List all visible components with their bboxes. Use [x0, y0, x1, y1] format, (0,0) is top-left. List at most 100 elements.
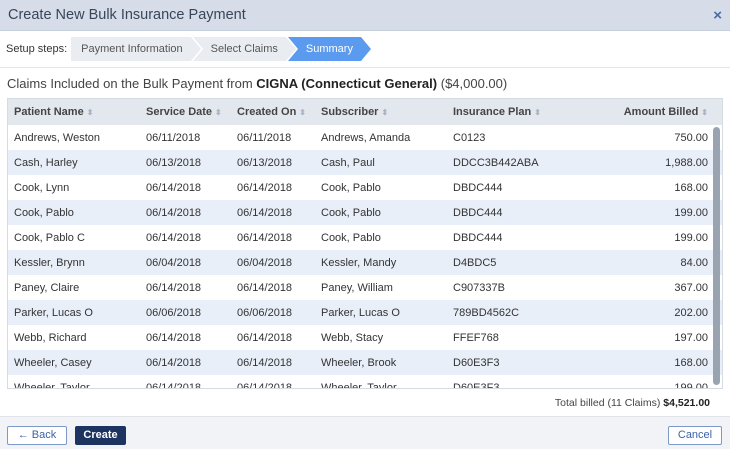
- cell-patient-name: Cook, Pablo: [14, 207, 74, 219]
- heading-prefix: Claims Included on the Bulk Payment from: [7, 76, 257, 91]
- table-row[interactable]: Cook, Lynn 06/14/2018 06/14/2018 Cook, Pabl…: [8, 175, 722, 200]
- sort-icon: ⬍: [215, 108, 222, 117]
- cell-subscriber: Cook, Pablo: [321, 207, 381, 219]
- column-header-created-on[interactable]: Created On ⬍: [237, 106, 306, 118]
- cell-subscriber: Paney, William: [321, 282, 393, 294]
- heading-amount: ($4,000.00): [440, 76, 508, 91]
- back-label: Back: [31, 429, 57, 441]
- cell-service-date: 06/06/2018: [146, 307, 202, 319]
- cell-amount-billed: 197.00: [674, 332, 708, 344]
- dialog-title: Create New Bulk Insurance Payment: [8, 7, 246, 23]
- cell-created-on: 06/14/2018: [237, 382, 293, 389]
- cell-amount-billed: 750.00: [674, 132, 708, 144]
- table-row[interactable]: Kessler, Brynn 06/04/2018 06/04/2018 Kessle…: [8, 250, 722, 275]
- total-value: $4,521.00: [663, 397, 710, 409]
- cell-insurance-plan: D60E3F3: [453, 357, 500, 369]
- cell-amount-billed: 168.00: [674, 182, 708, 194]
- cell-service-date: 06/04/2018: [146, 257, 202, 269]
- cell-patient-name: Wheeler, Taylor: [14, 382, 90, 389]
- cell-created-on: 06/14/2018: [237, 332, 293, 344]
- cell-amount-billed: 199.00: [674, 232, 708, 244]
- sort-icon: ⬍: [534, 108, 541, 117]
- cell-service-date: 06/14/2018: [146, 232, 202, 244]
- cell-patient-name: Cook, Lynn: [14, 182, 70, 194]
- create-button[interactable]: Create: [75, 426, 126, 445]
- cell-patient-name: Webb, Richard: [14, 332, 87, 344]
- cell-insurance-plan: D4BDC5: [453, 257, 497, 269]
- cell-subscriber: Webb, Stacy: [321, 332, 384, 344]
- cell-service-date: 06/14/2018: [146, 357, 202, 369]
- cell-subscriber: Cook, Pablo: [321, 182, 381, 194]
- claims-heading: Claims Included on the Bulk Payment from…: [0, 68, 730, 96]
- cell-created-on: 06/06/2018: [237, 307, 293, 319]
- cell-service-date: 06/14/2018: [146, 332, 202, 344]
- table-scrollbar[interactable]: [713, 127, 720, 385]
- cancel-button[interactable]: Cancel: [668, 426, 722, 445]
- cell-created-on: 06/11/2018: [237, 132, 292, 144]
- cell-created-on: 06/14/2018: [237, 182, 293, 194]
- table-row[interactable]: Wheeler, Casey 06/14/2018 06/14/2018 Wheele…: [8, 350, 722, 375]
- table-row[interactable]: Parker, Lucas O 06/06/2018 06/06/2018 Parke…: [8, 300, 722, 325]
- heading-payer: CIGNA (Connecticut General): [256, 76, 438, 91]
- cell-insurance-plan: C907337B: [453, 282, 505, 294]
- cell-amount-billed: 199.00: [674, 382, 708, 389]
- back-button[interactable]: ← Back: [7, 426, 67, 445]
- total-label: Total billed (11 Claims): [554, 397, 661, 409]
- table-row[interactable]: Cook, Pablo 06/14/2018 06/14/2018 Cook, Pab…: [8, 200, 722, 225]
- column-header-amount-billed[interactable]: Amount Billed ⬍: [624, 106, 708, 118]
- cell-subscriber: Cash, Paul: [321, 157, 375, 169]
- cell-service-date: 06/14/2018: [146, 282, 202, 294]
- step-summary[interactable]: Summary: [287, 37, 372, 61]
- cell-amount-billed: 84.00: [680, 257, 708, 269]
- table-row[interactable]: Paney, Claire 06/14/2018 06/14/2018 Paney, …: [8, 275, 722, 300]
- cell-created-on: 06/14/2018: [237, 357, 293, 369]
- cell-insurance-plan: DDCC3B442ABA: [453, 157, 539, 169]
- cell-service-date: 06/14/2018: [146, 382, 202, 389]
- cell-insurance-plan: C0123: [453, 132, 486, 144]
- table-row[interactable]: Andrews, Weston 06/11/2018 06/11/2018 Andre…: [8, 125, 722, 150]
- step-payment-information[interactable]: Payment Information: [71, 37, 201, 61]
- cell-insurance-plan: DBDC444: [453, 232, 503, 244]
- column-header-subscriber[interactable]: Subscriber ⬍: [321, 106, 388, 118]
- column-header-patient-name[interactable]: Patient Name ⬍: [14, 106, 93, 118]
- cell-patient-name: Paney, Claire: [14, 282, 80, 294]
- dialog-footer: ← Back Create Cancel: [0, 416, 730, 449]
- cell-service-date: 06/14/2018: [146, 207, 202, 219]
- cell-patient-name: Andrews, Weston: [14, 132, 101, 144]
- table-row[interactable]: Wheeler, Taylor 06/14/2018 06/14/2018 Wheel…: [8, 375, 722, 389]
- cell-insurance-plan: FFEF768: [453, 332, 499, 344]
- cell-patient-name: Cook, Pablo C: [14, 232, 85, 244]
- cell-subscriber: Andrews, Amanda: [321, 132, 411, 144]
- cell-service-date: 06/13/2018: [146, 157, 202, 169]
- sort-icon: ⬍: [299, 108, 306, 117]
- sort-icon: ⬍: [86, 108, 94, 117]
- cell-service-date: 06/11/2018: [146, 132, 201, 144]
- cell-amount-billed: 202.00: [674, 307, 708, 319]
- cell-patient-name: Cash, Harley: [14, 157, 78, 169]
- table-row[interactable]: Cash, Harley 06/13/2018 06/13/2018 Cash, Pa…: [8, 150, 722, 175]
- step-breadcrumb: Payment Information Select Claims Summar…: [71, 37, 372, 61]
- sort-icon: ⬍: [701, 108, 708, 117]
- cell-subscriber: Wheeler, Taylor: [321, 382, 397, 389]
- cell-subscriber: Cook, Pablo: [321, 232, 381, 244]
- setup-steps: Setup steps: Payment Information Select …: [0, 31, 730, 68]
- cell-subscriber: Parker, Lucas O: [321, 307, 400, 319]
- arrow-left-icon: ←: [17, 429, 29, 441]
- column-header-insurance-plan[interactable]: Insurance Plan ⬍: [453, 106, 541, 118]
- table-row[interactable]: Webb, Richard 06/14/2018 06/14/2018 Webb, S…: [8, 325, 722, 350]
- cell-created-on: 06/14/2018: [237, 207, 293, 219]
- sort-icon: ⬍: [381, 108, 389, 117]
- close-icon[interactable]: ×: [713, 8, 722, 23]
- cell-insurance-plan: 789BD4562C: [453, 307, 520, 319]
- cell-patient-name: Parker, Lucas O: [14, 307, 93, 319]
- column-header-service-date[interactable]: Service Date ⬍: [146, 106, 222, 118]
- cell-insurance-plan: DBDC444: [453, 182, 503, 194]
- cell-created-on: 06/04/2018: [237, 257, 293, 269]
- setup-steps-label: Setup steps:: [6, 43, 68, 55]
- cell-service-date: 06/14/2018: [146, 182, 202, 194]
- step-select-claims[interactable]: Select Claims: [192, 37, 297, 61]
- table-body: Andrews, Weston 06/11/2018 06/11/2018 Andre…: [8, 125, 722, 389]
- table-row[interactable]: Cook, Pablo C 06/14/2018 06/14/2018 Cook, P…: [8, 225, 722, 250]
- cell-insurance-plan: D60E3F3: [453, 382, 500, 389]
- claims-table: Patient Name ⬍ Service Date ⬍ Created On ⬍ …: [7, 98, 723, 389]
